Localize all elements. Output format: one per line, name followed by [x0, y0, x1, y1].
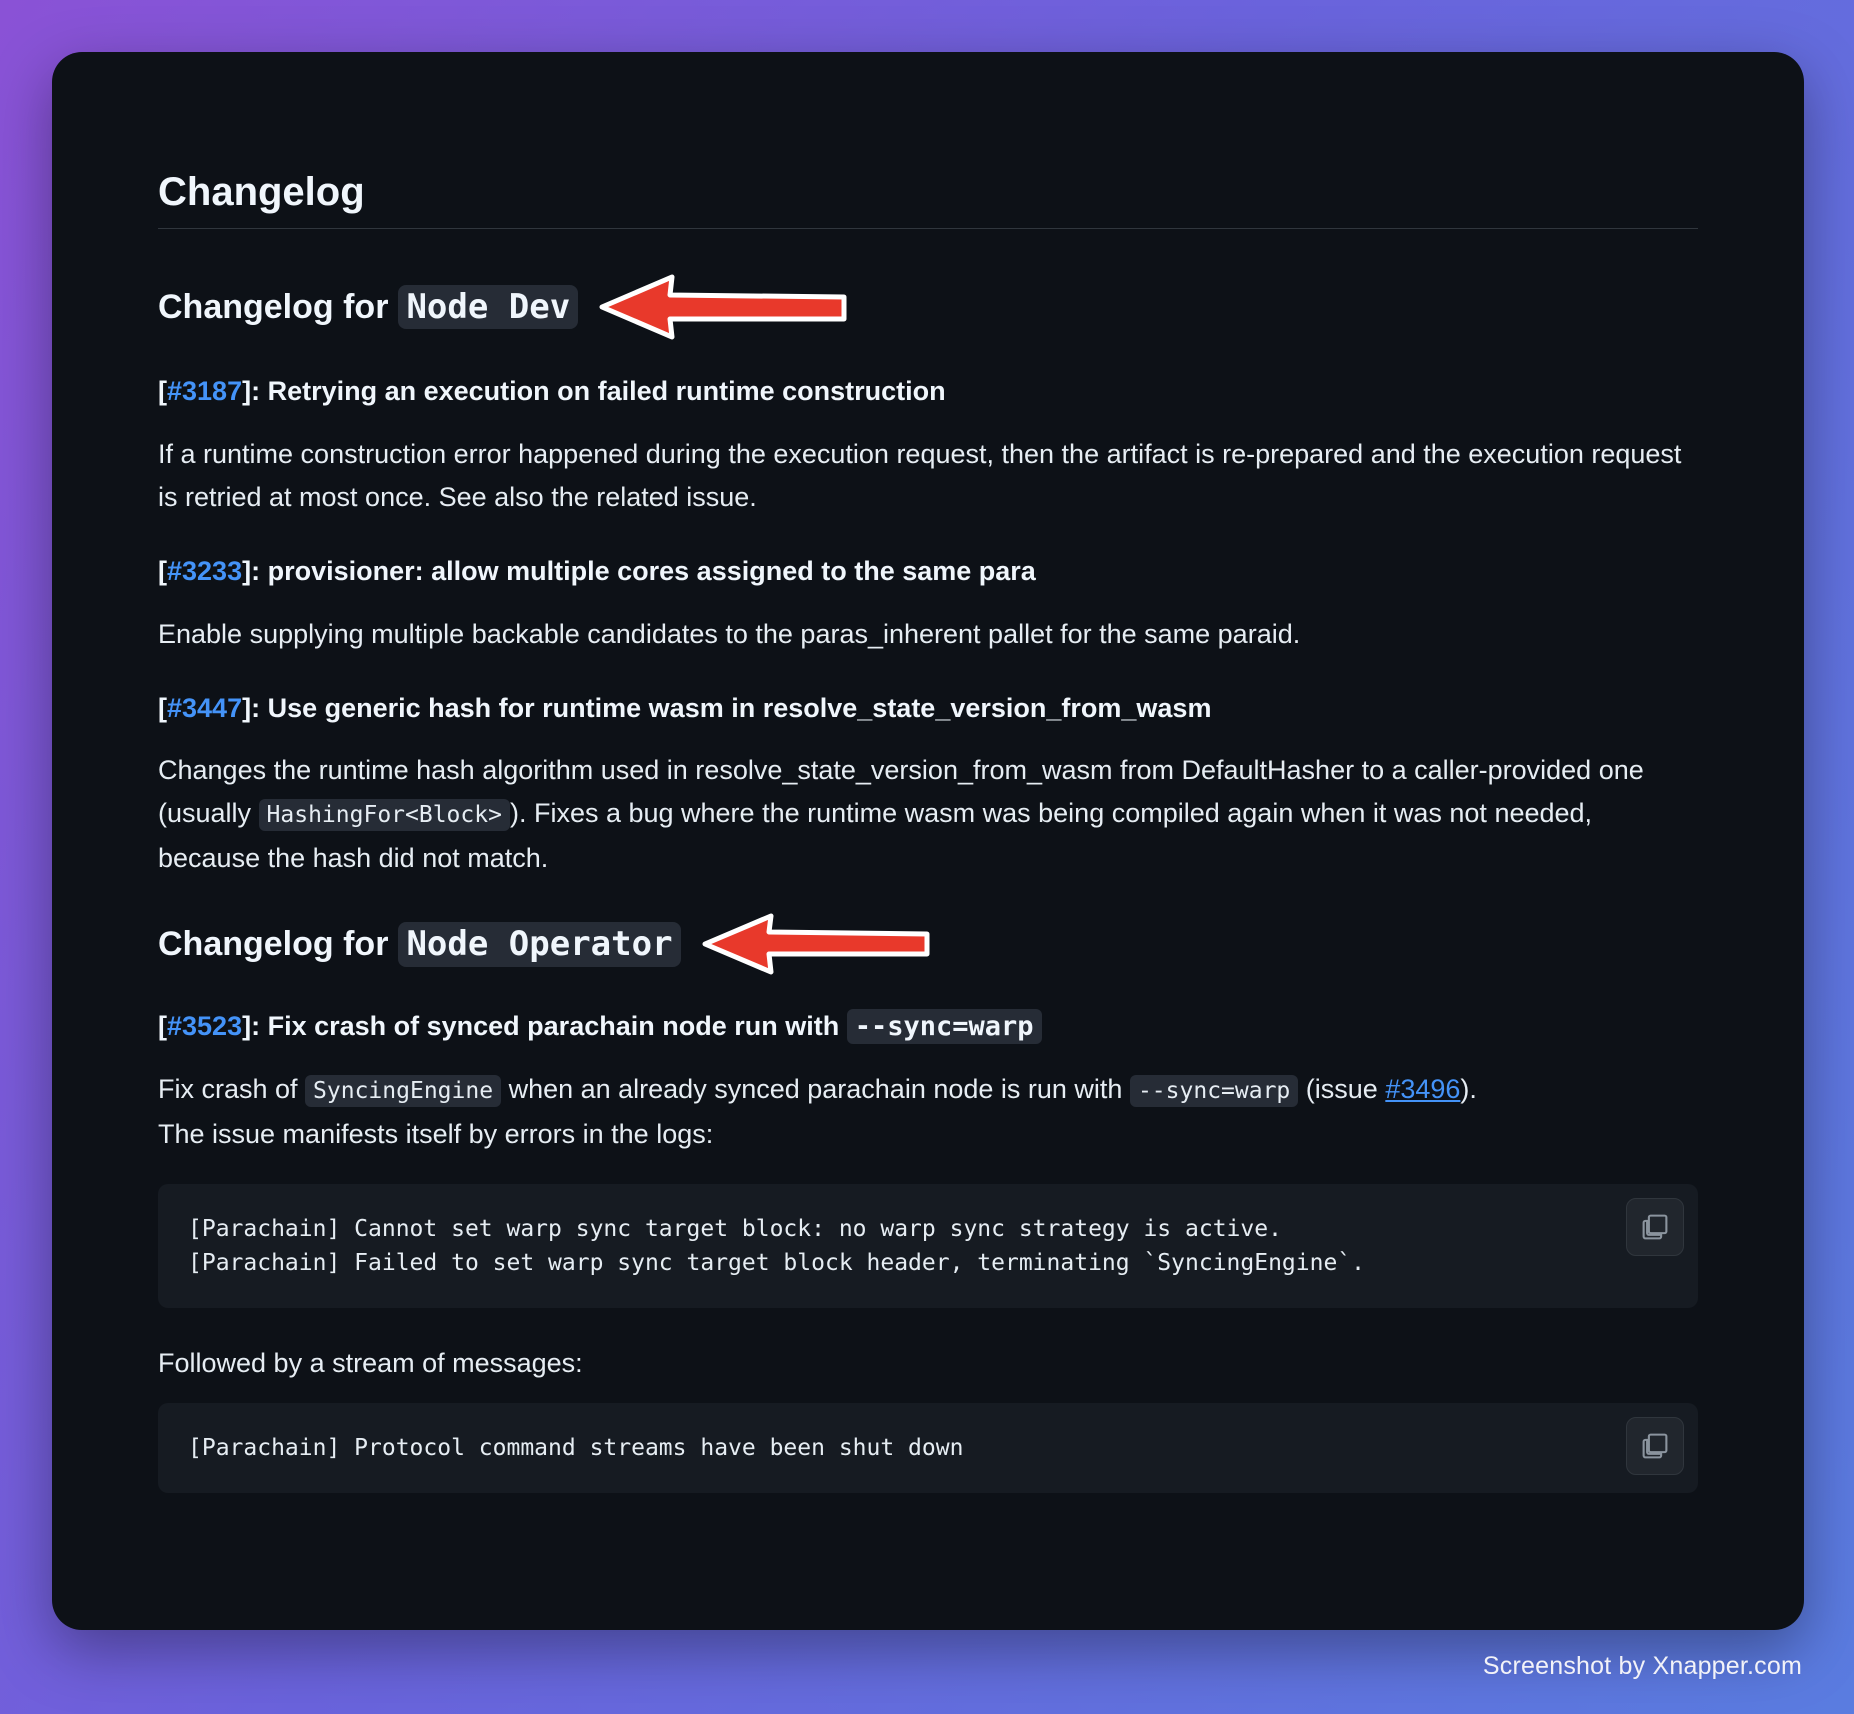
entry-title-text: Fix crash of synced parachain node run w… — [267, 1011, 840, 1042]
entry-body-3187: If a runtime construction error happened… — [158, 438, 1682, 512]
section-heading-node-dev: Changelog for Node Dev — [158, 271, 1698, 343]
red-arrow-annotation — [599, 274, 847, 340]
entry-title-3233: [#3233]: provisioner: allow multiple cor… — [158, 555, 1036, 586]
inline-code-sync-warp: --sync=warp — [1129, 1075, 1299, 1108]
entry-body-text: ). — [1460, 1074, 1477, 1105]
section-heading-code: Node Operator — [398, 921, 681, 967]
entry-title-3523: [#3523]: Fix crash of synced parachain n… — [158, 1008, 1698, 1046]
copy-icon — [1642, 1214, 1668, 1240]
inline-code-hashing: HashingFor<Block> — [258, 799, 510, 832]
copy-button[interactable] — [1626, 1198, 1684, 1257]
code-block-text: [Parachain] Cannot set warp sync target … — [188, 1216, 1366, 1277]
followed-by-text: Followed by a stream of messages: — [158, 1348, 583, 1379]
entry-title-text: Use generic hash for runtime wasm in res… — [267, 692, 1212, 723]
entry-body-3523: Fix crash of SyncingEngine when an alrea… — [158, 1068, 1698, 1156]
copy-button[interactable] — [1626, 1417, 1684, 1476]
entry-body-3447: Changes the runtime hash algorithm used … — [158, 749, 1698, 880]
changelog-content: Changelog Changelog for Node Dev [#3187]… — [158, 170, 1698, 1494]
entry-body-text: (issue — [1298, 1074, 1386, 1105]
entry-title-text: provisioner: allow multiple cores assign… — [267, 555, 1036, 586]
copy-icon — [1642, 1433, 1668, 1459]
inline-code-sync-warp: --sync=warp — [846, 1009, 1042, 1045]
entry-body-text: The issue manifests itself by errors in … — [158, 1119, 714, 1150]
pr-link-3523[interactable]: #3523 — [167, 1011, 242, 1041]
entry-title-text: Retrying an execution on failed runtime … — [267, 376, 946, 406]
section-heading-prefix: Changelog for — [158, 924, 389, 963]
entry-title-3187: [#3187]: Retrying an execution on failed… — [158, 376, 946, 406]
code-block-text: [Parachain] Protocol command streams hav… — [188, 1435, 964, 1462]
code-block-errors: [Parachain] Cannot set warp sync target … — [158, 1184, 1698, 1309]
entry-body-text: when an already synced parachain node is… — [501, 1074, 1130, 1105]
watermark: Screenshot by Xnapper.com — [1482, 1652, 1802, 1680]
pr-link-3447[interactable]: #3447 — [167, 693, 242, 723]
page-title: Changelog — [158, 170, 1698, 229]
code-block-messages: [Parachain] Protocol command streams hav… — [158, 1403, 1698, 1494]
pr-link-3187[interactable]: #3187 — [167, 376, 242, 406]
issue-link-3496[interactable]: #3496 — [1385, 1074, 1460, 1104]
section-heading-prefix: Changelog for — [158, 287, 389, 326]
pr-link-3233[interactable]: #3233 — [167, 556, 242, 586]
section-heading-node-operator: Changelog for Node Operator — [158, 910, 1698, 978]
red-arrow-annotation — [702, 913, 930, 975]
section-heading-code: Node Dev — [398, 284, 579, 330]
entry-body-3233: Enable supplying multiple backable candi… — [158, 618, 1301, 649]
inline-code-syncing-engine: SyncingEngine — [305, 1075, 502, 1108]
entry-body-text: Fix crash of — [158, 1074, 306, 1105]
entry-title-3447: [#3447]: Use generic hash for runtime wa… — [158, 692, 1212, 723]
